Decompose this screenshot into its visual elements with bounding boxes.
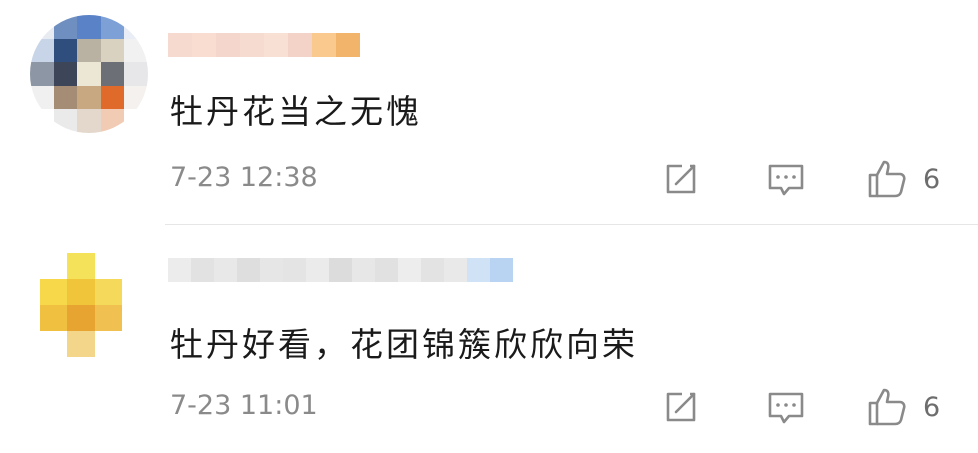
comment-timestamp: 7-23 12:38 [170, 162, 318, 193]
username-pixel [264, 33, 288, 57]
avatar[interactable] [30, 15, 148, 133]
comment-icon [768, 392, 804, 424]
username-pixel [192, 33, 216, 57]
avatar-pixel [124, 15, 148, 39]
username-pixel [288, 33, 312, 57]
username-pixel [398, 258, 421, 282]
avatar-pixel [124, 38, 148, 63]
avatar-pixel [40, 253, 68, 279]
username-pixel [168, 33, 192, 57]
comment-text: 牡丹花当之无愧 [170, 92, 422, 131]
share-button[interactable] [660, 385, 702, 429]
avatar-pixel [40, 279, 68, 305]
avatar-pixel [53, 62, 78, 86]
comment-actions: 6 [660, 157, 960, 201]
avatar-pixel [124, 85, 148, 110]
avatar-pixel [100, 62, 125, 86]
avatar-pixel [67, 305, 95, 331]
avatar-pixel [77, 109, 101, 133]
avatar-pixel [30, 85, 54, 110]
avatar-pixel [124, 62, 148, 86]
avatar-pixel [94, 305, 122, 331]
share-button[interactable] [660, 157, 702, 201]
username-pixel [312, 33, 336, 57]
avatar-pixel [53, 109, 78, 133]
username-pixel [168, 258, 191, 282]
comment-icon [768, 164, 804, 196]
avatar-pixel [53, 15, 78, 39]
username-pixel [352, 258, 375, 282]
comment-item: 牡丹好看，花团锦簇欣欣向荣 7-23 11:01 6 [0, 225, 978, 453]
avatar-pixel [94, 331, 122, 357]
avatar-pixel [124, 109, 148, 133]
username[interactable] [168, 258, 513, 282]
comment-timestamp: 7-23 11:01 [170, 390, 318, 421]
avatar-pixel [40, 331, 68, 357]
avatar-pixel [53, 38, 78, 63]
username-pixel [444, 258, 467, 282]
username-pixel [283, 258, 306, 282]
avatar-pixel [30, 15, 54, 39]
username-pixel [216, 33, 240, 57]
username-pixel [306, 258, 329, 282]
like-button[interactable]: 6 [865, 157, 940, 201]
avatar-pixel [30, 62, 54, 86]
username-pixel [490, 258, 513, 282]
avatar-pixel [40, 305, 68, 331]
username-pixel [237, 258, 260, 282]
username-pixel [336, 33, 360, 57]
username-pixel [260, 258, 283, 282]
avatar-pixel [100, 85, 125, 110]
like-count: 6 [923, 391, 941, 423]
share-icon [666, 164, 696, 194]
comment-button[interactable] [765, 157, 807, 201]
avatar-pixel [94, 279, 122, 305]
like-button[interactable]: 6 [865, 385, 940, 429]
avatar-pixel [77, 38, 101, 63]
avatar-pixel [67, 331, 95, 357]
username-pixel [421, 258, 444, 282]
comment-button[interactable] [765, 385, 807, 429]
avatar-pixel [100, 38, 125, 63]
avatar-pixel [53, 85, 78, 110]
username-pixel [240, 33, 264, 57]
comment-text: 牡丹好看，花团锦簇欣欣向荣 [170, 325, 638, 364]
comment-actions: 6 [660, 385, 960, 429]
avatar-pixel [30, 109, 54, 133]
like-icon [868, 160, 906, 198]
username-pixel [191, 258, 214, 282]
avatar-pixel [77, 15, 101, 39]
avatar-pixel [100, 15, 125, 39]
avatar-pixel [77, 62, 101, 86]
username[interactable] [168, 33, 360, 57]
username-pixel [375, 258, 398, 282]
share-icon [666, 392, 696, 422]
avatar[interactable] [40, 253, 122, 357]
avatar-pixel [94, 253, 122, 279]
avatar-pixel [100, 109, 125, 133]
avatar-pixel [30, 38, 54, 63]
avatar-pixel [67, 279, 95, 305]
avatar-pixel [77, 85, 101, 110]
avatar-pixel [67, 253, 95, 279]
username-pixel [467, 258, 490, 282]
username-pixel [329, 258, 352, 282]
like-count: 6 [923, 163, 941, 195]
comment-item: 牡丹花当之无愧 7-23 12:38 6 [0, 0, 978, 225]
username-pixel [214, 258, 237, 282]
like-icon [868, 388, 906, 426]
